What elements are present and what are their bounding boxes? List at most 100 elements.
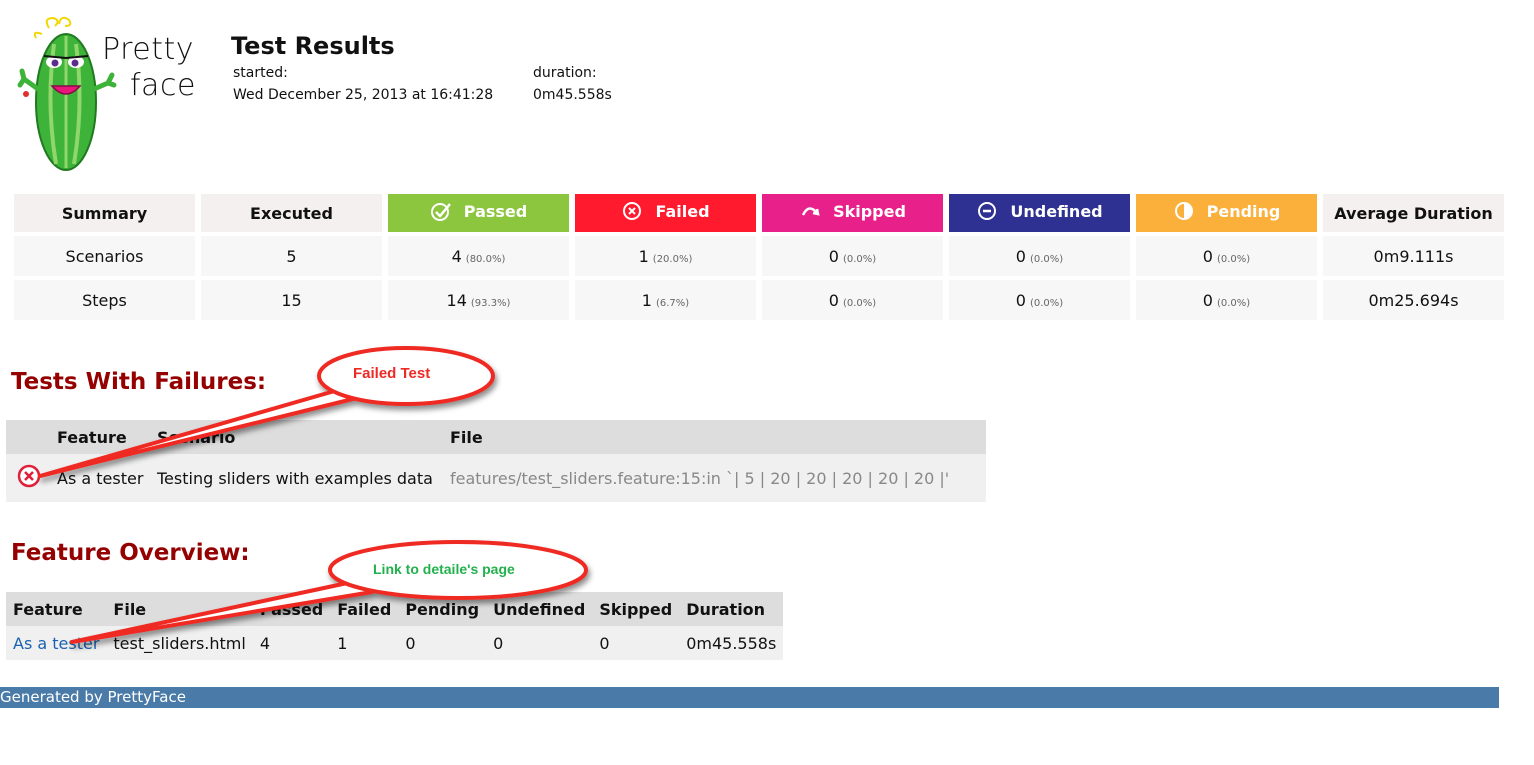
half-circle-icon [1174, 202, 1193, 220]
status-cell [6, 454, 57, 502]
duration-value: 0m45.558s [533, 87, 612, 103]
failed-header: Failed [330, 592, 399, 626]
undefined-count: 0 [1015, 246, 1026, 266]
failed-percent: (20.0%) [652, 253, 693, 265]
feature-overview-table: Feature File Passed Failed Pending Undef… [6, 592, 784, 660]
pending-count: 0 [1202, 290, 1213, 310]
undefined-header: Undefined [949, 194, 1130, 232]
failed-cell: 1 [330, 626, 399, 660]
row-label: Scenarios [14, 236, 195, 276]
undefined-count: 0 [1015, 290, 1026, 310]
passed-cell: 14 (93.3%) [388, 280, 569, 320]
skipped-cell: 0 (0.0%) [762, 280, 943, 320]
skipped-count: 0 [828, 290, 839, 310]
skipped-cell: 0 (0.0%) [762, 236, 943, 276]
started-label: started: [233, 65, 288, 81]
pending-header-label: Pending [1206, 201, 1281, 221]
avg-duration: 0m25.694s [1323, 280, 1504, 320]
scenario-header: Scenario [157, 420, 450, 454]
undefined-header: Undefined [486, 592, 593, 626]
check-circle-icon [430, 203, 451, 221]
failed-count: 1 [641, 290, 652, 310]
duration-header: Duration [679, 592, 784, 626]
failures-section-title: Tests With Failures: [11, 369, 267, 395]
minus-circle-icon [978, 202, 997, 220]
passed-header: Passed [252, 592, 331, 626]
executed-count: 5 [201, 236, 382, 276]
passed-count: 4 [451, 246, 462, 266]
duration-cell: 0m45.558s [679, 626, 784, 660]
passed-percent: (93.3%) [470, 297, 511, 309]
undefined-cell: 0 (0.0%) [949, 236, 1130, 276]
skipped-cell: 0 [592, 626, 680, 660]
x-circle-icon [623, 202, 642, 220]
file-cell: features/test_sliders.feature:15:in `| 5… [450, 454, 986, 502]
scenario-cell: Testing sliders with examples data [157, 454, 450, 502]
overview-section-title: Feature Overview: [11, 540, 250, 566]
pending-percent: (0.0%) [1216, 297, 1251, 309]
feature-cell: As a tester [57, 454, 157, 502]
passed-cell: 4 (80.0%) [388, 236, 569, 276]
undefined-percent: (0.0%) [1029, 253, 1064, 265]
status-header [6, 420, 57, 454]
undefined-percent: (0.0%) [1029, 297, 1064, 309]
pending-cell: 0 [398, 626, 487, 660]
undefined-cell: 0 (0.0%) [949, 280, 1130, 320]
table-row: As a tester Testing sliders with example… [6, 454, 986, 502]
pending-percent: (0.0%) [1216, 253, 1251, 265]
link-detail-callout-text: Link to detaile's page [373, 561, 515, 577]
table-row: As a tester test_sliders.html 4 1 0 0 0 … [6, 626, 784, 660]
summary-header: Summary [14, 194, 195, 232]
passed-header-label: Passed [463, 201, 528, 221]
summary-row-scenarios: Scenarios 5 4 (80.0%) 1 (20.0%) 0 (0.0%) 0(… [14, 236, 1504, 276]
skipped-header-label: Skipped [833, 201, 906, 221]
avg-duration-header: Average Duration [1323, 194, 1504, 232]
pending-header: Pending [398, 592, 487, 626]
prettyface-logo: Pretty face [14, 14, 204, 174]
pending-header: Pending [1136, 194, 1317, 232]
pending-count: 0 [1202, 246, 1213, 266]
page-title: Test Results [231, 32, 395, 60]
failed-header-label: Failed [655, 201, 710, 221]
skipped-percent: (0.0%) [842, 253, 877, 265]
failed-header: Failed [575, 194, 756, 232]
row-label: Steps [14, 280, 195, 320]
file-header: File [450, 420, 986, 454]
failed-cell: 1 (20.0%) [575, 236, 756, 276]
passed-count: 14 [446, 290, 467, 310]
failed-cell: 1 (6.7%) [575, 280, 756, 320]
avg-duration: 0m9.111s [1323, 236, 1504, 276]
feature-cell: As a tester [6, 626, 107, 660]
undefined-header-label: Undefined [1010, 201, 1103, 221]
skipped-count: 0 [828, 246, 839, 266]
passed-cell: 4 [252, 626, 331, 660]
pending-cell: 0 (0.0%) [1136, 236, 1317, 276]
footer-bar: Generated by PrettyFace [0, 687, 1499, 708]
failures-table: Feature Scenario File As a tester Testin… [6, 420, 986, 502]
logo-text-face: face [130, 68, 196, 103]
feature-detail-link[interactable]: As a tester [13, 634, 99, 653]
passed-percent: (80.0%) [465, 253, 506, 265]
skipped-header: Skipped [592, 592, 680, 626]
executed-header: Executed [201, 194, 382, 232]
skipped-header: Skipped [762, 194, 943, 232]
started-value: Wed December 25, 2013 at 16:41:28 [233, 87, 494, 103]
summary-table: Summary Executed Passed Failed Skipped U… [8, 190, 1510, 324]
skipped-percent: (0.0%) [842, 297, 877, 309]
failed-test-callout-text: Failed Test [353, 365, 431, 382]
feature-header: Feature [6, 592, 107, 626]
pending-cell: 0 (0.0%) [1136, 280, 1317, 320]
summary-row-steps: Steps 15 14 (93.3%) 1 (6.7%) 0 (0.0%) 0 (0.0… [14, 280, 1504, 320]
file-cell: test_sliders.html [106, 626, 253, 660]
logo-text-pretty: Pretty [102, 32, 194, 67]
undefined-cell: 0 [486, 626, 593, 660]
feature-header: Feature [57, 420, 157, 454]
failed-count: 1 [638, 246, 649, 266]
skip-arrow-icon [801, 207, 820, 216]
duration-label: duration: [533, 65, 597, 81]
passed-header: Passed [388, 194, 569, 232]
failed-percent: (6.7%) [655, 297, 690, 309]
executed-count: 15 [201, 280, 382, 320]
failed-status-icon [17, 464, 41, 488]
file-header: File [106, 592, 253, 626]
